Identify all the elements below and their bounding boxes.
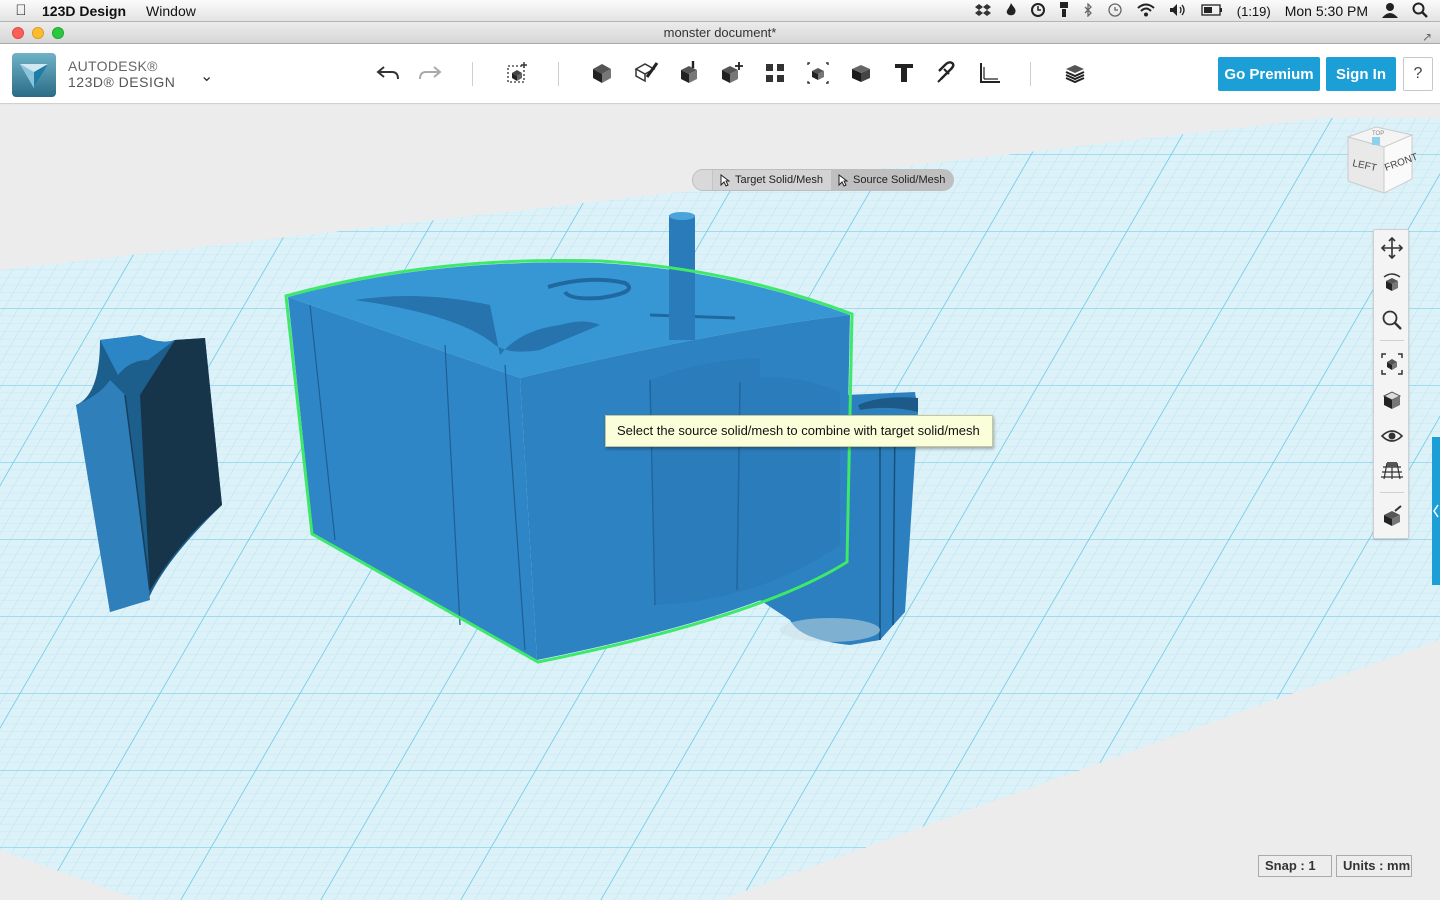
combine-icon[interactable] [846,58,876,88]
combine-bar-handle[interactable] [693,170,713,190]
measure-icon[interactable] [975,58,1005,88]
3d-viewport[interactable]: Target Solid/Mesh Source Solid/Mesh Sele… [0,105,1440,900]
snap-setting[interactable]: Snap : 1 [1258,855,1332,877]
status-menus: (1:19) Mon 5:30 PM [974,0,1428,22]
source-solid-label: Source Solid/Mesh [853,174,946,186]
cursor-arrow-icon [720,174,730,187]
orbit-icon[interactable] [1378,270,1406,298]
app-menu-chevron-down-icon[interactable]: ⌄ [200,66,213,86]
scene-canvas[interactable] [0,105,1440,900]
modify-icon[interactable] [717,58,747,88]
flame-icon[interactable] [1005,2,1017,20]
instruction-tooltip: Select the source solid/mesh to combine … [605,415,993,447]
pan-icon[interactable] [1378,234,1406,262]
battery-icon[interactable] [1201,3,1223,19]
fit-icon[interactable] [1378,350,1406,378]
bluetooth-icon[interactable] [1083,1,1093,20]
minimize-window-button[interactable] [32,27,44,39]
combine-selection-bar: Target Solid/Mesh Source Solid/Mesh [692,169,955,191]
target-solid-button[interactable]: Target Solid/Mesh [713,170,831,190]
user-icon[interactable] [1382,2,1398,21]
help-button[interactable]: ? [1403,57,1433,91]
transform-icon[interactable] [502,58,532,88]
battery-time: (1:19) [1236,3,1271,19]
system-menu-bar:  123D Design Window (1:19) Mon [0,0,1440,22]
apple-menu-icon[interactable]:  [0,2,42,19]
construct-icon[interactable] [674,58,704,88]
volume-icon[interactable] [1169,3,1187,20]
group-icon[interactable] [803,58,833,88]
toolbar-divider [558,62,559,86]
viewcube-top-label[interactable]: TOP [1372,131,1384,137]
material-icon[interactable] [1060,58,1090,88]
side-panel-handle[interactable] [1432,437,1440,585]
redo-icon[interactable] [415,58,445,88]
toolbar-divider [472,62,473,86]
material-view-icon[interactable] [1378,502,1406,530]
toolbar-divider [1030,62,1031,86]
cursor-arrow-icon [838,174,849,187]
window-title: monster document* [663,25,777,40]
main-toolbar: AUTODESK® 123D® DESIGN ⌄ Go Premium Sign… [0,44,1440,104]
primitives-icon[interactable] [587,58,617,88]
pattern-icon[interactable] [760,58,790,88]
window-titlebar: monster document* ↗ [0,22,1440,44]
nav-divider [1380,340,1404,341]
brand-autodesk: AUTODESK® [68,58,158,74]
clock-app-icon[interactable] [1030,2,1045,20]
visibility-icon[interactable] [1378,422,1406,450]
undo-icon[interactable] [373,58,403,88]
zoom-icon[interactable] [1378,306,1406,334]
spotlight-search-icon[interactable] [1412,2,1428,21]
wifi-icon[interactable] [1137,3,1155,20]
time-machine-icon[interactable] [1107,2,1123,20]
navigation-bar [1373,229,1409,539]
nav-divider [1380,492,1404,493]
source-solid-button[interactable]: Source Solid/Mesh [831,170,954,190]
view-cube[interactable]: LEFT FRONT TOP [1340,123,1419,208]
dropbox-icon[interactable] [974,3,991,20]
go-premium-button[interactable]: Go Premium [1218,57,1320,91]
app-logo[interactable] [12,53,56,97]
menu-clock[interactable]: Mon 5:30 PM [1285,3,1368,19]
sketch-icon[interactable] [631,58,661,88]
zoom-window-button[interactable] [52,27,64,39]
grid-icon[interactable] [1378,456,1406,484]
units-setting[interactable]: Units : mm [1336,855,1412,877]
lamp-icon[interactable] [1059,1,1069,21]
close-window-button[interactable] [12,27,24,39]
snap-icon[interactable] [932,58,962,88]
brand-product: 123D® DESIGN [68,74,176,90]
menu-window[interactable]: Window [146,3,196,19]
views-icon[interactable] [1378,386,1406,414]
target-solid-label: Target Solid/Mesh [735,174,824,186]
sign-in-button[interactable]: Sign In [1326,57,1396,91]
text-icon[interactable] [889,58,919,88]
app-menu[interactable]: 123D Design [42,3,126,19]
